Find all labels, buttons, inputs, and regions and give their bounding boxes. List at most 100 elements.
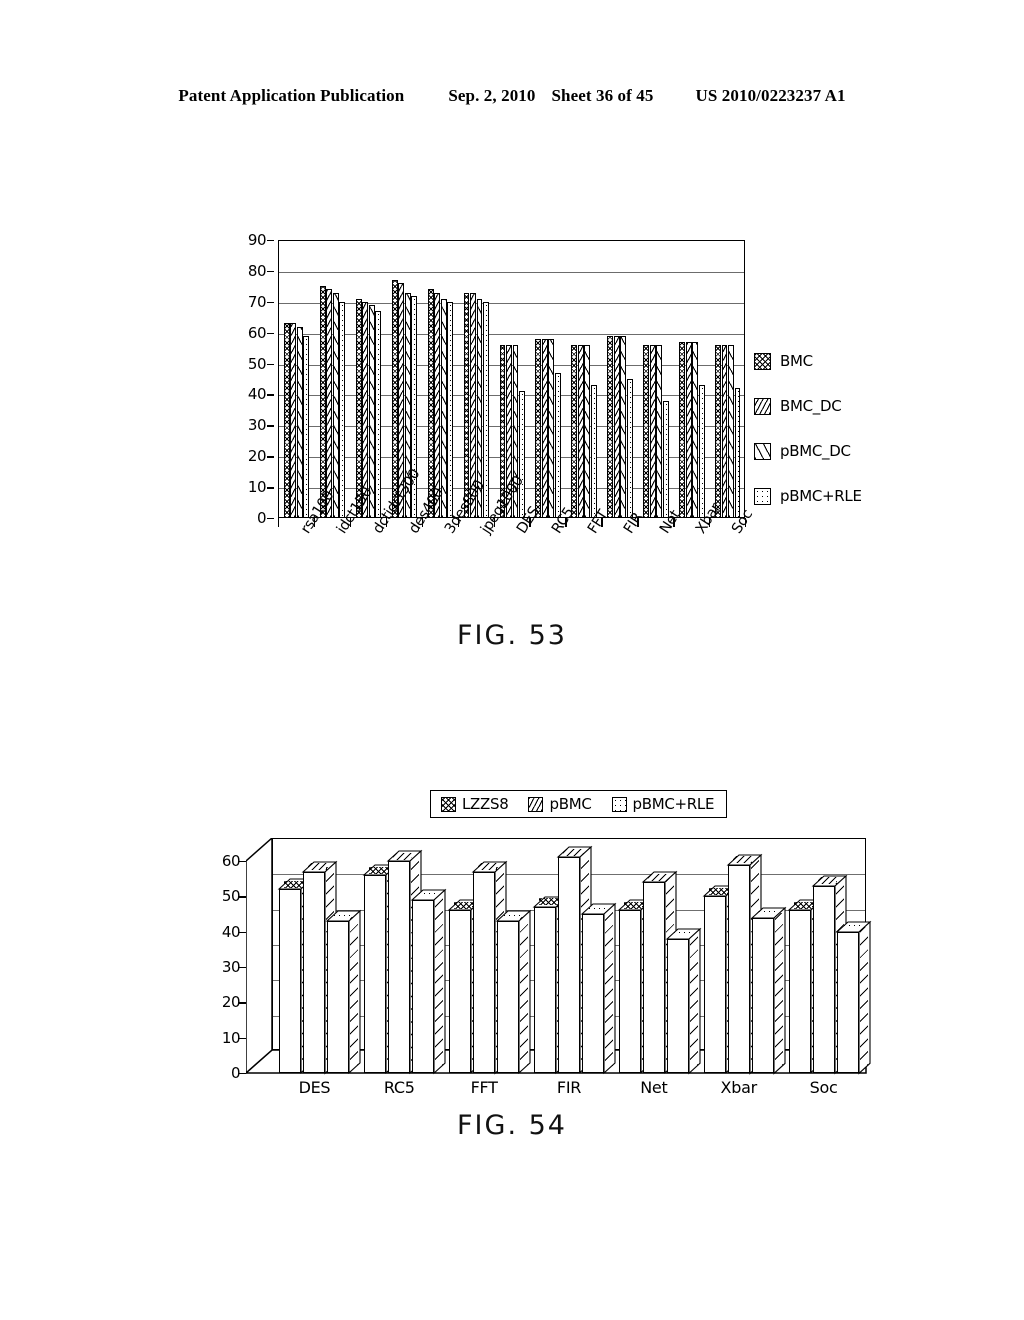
chart-54-bar — [835, 920, 871, 1075]
chart-53-legend-item: pBMC+RLE — [754, 487, 904, 505]
chart-53-bar — [584, 345, 591, 518]
chart-53-y-tick-label: 10 — [247, 478, 267, 497]
chart-54-bar-front — [473, 871, 496, 1073]
chart-54-bar-front — [558, 857, 580, 1073]
chart-53-bar — [283, 323, 290, 518]
chart-54-bar-front — [812, 885, 835, 1073]
chart-54-bar-front — [303, 871, 326, 1073]
chart-53-legend: BMC BMC_DC pBMC_DC pBMC+RLE — [754, 352, 904, 532]
chart-53-bar — [290, 323, 297, 518]
chart-53-bar — [296, 326, 303, 518]
chart-54-bar-front — [364, 875, 387, 1073]
header-patent-number: US 2010/0223237 A1 — [695, 86, 846, 105]
chart-53-bar — [375, 311, 382, 518]
chart-54-bar-side — [689, 934, 698, 1066]
chart-54: 0 10 20 30 40 50 60 DES RC5 FFT FIR Net Xbar Soc — [200, 836, 880, 1138]
chart-53-y-tick-label: 50 — [247, 354, 267, 373]
chart-53-y-tick-label: 90 — [247, 231, 267, 249]
chart-53-y-tick-label: 60 — [247, 323, 267, 342]
chart-53-bar-group — [679, 240, 705, 518]
chart-54-legend-label: LZZS8 — [462, 795, 509, 813]
chart-53-bar — [649, 345, 656, 518]
chart-54-bar-top — [623, 901, 643, 909]
figure-53: 0 10 20 30 40 50 60 70 80 90 rsa100 idct150 dctidct… — [0, 231, 1024, 672]
chart-53-bar-group — [355, 240, 382, 518]
chart-53-y-tick-label: 70 — [247, 292, 267, 311]
chart-53-bar — [440, 298, 447, 518]
legend-swatch-icon — [754, 397, 771, 415]
legend-swatch-icon — [611, 796, 627, 812]
chart-53-x-axis: rsa100 idct150 dctidct300 des400 3des800 jpeg… — [278, 466, 756, 618]
chart-53-bar — [548, 338, 555, 518]
chart-53-bar — [626, 379, 633, 518]
chart-54-bar-top — [393, 852, 413, 860]
chart-54-x-label: FFT — [470, 1078, 498, 1097]
chart-53-y-tick — [267, 394, 274, 396]
chart-54-legend-label: pBMC — [549, 795, 592, 813]
chart-53-bar-group — [607, 240, 633, 518]
chart-53-bar-group — [535, 240, 561, 518]
chart-54-bar-front — [534, 906, 556, 1073]
chart-53-bar-group — [283, 240, 310, 518]
legend-swatch-icon — [528, 796, 544, 812]
chart-53-bar — [391, 280, 398, 518]
chart-54-bar-front — [836, 931, 859, 1073]
chart-53-bar — [643, 345, 650, 518]
chart-53-bar — [590, 385, 597, 518]
legend-swatch-icon — [754, 487, 771, 505]
chart-54-bar-side — [605, 909, 613, 1066]
chart-53-bar — [303, 335, 310, 518]
chart-54-x-label: Xbar — [720, 1078, 758, 1097]
chart-54-bar — [325, 909, 362, 1075]
chart-54-bar-top — [369, 866, 389, 874]
chart-53-bar — [368, 304, 375, 518]
chart-54-bar-side — [859, 927, 868, 1066]
chart-54-bar-front — [327, 921, 350, 1073]
chart-54-bar-side — [520, 916, 529, 1066]
header-sheet: Sheet 36 of 45 — [551, 86, 654, 105]
chart-54-legend-item: pBMC+RLE — [611, 795, 715, 813]
figure-54: LZZS8 pBMC pBMC+RLE 0 10 20 30 40 50 60 DES RC5 FF… — [0, 790, 1024, 1190]
chart-53-y-tick — [267, 518, 274, 520]
chart-54-x-label: RC5 — [383, 1078, 415, 1097]
chart-54-bar-top — [647, 873, 667, 881]
chart-54-bar-front — [582, 914, 604, 1073]
chart-54-bar-front — [788, 910, 811, 1073]
chart-54-bar-top — [478, 863, 498, 871]
chart-53-bar — [662, 400, 669, 518]
chart-53-y-tick-label: 30 — [247, 416, 267, 435]
chart-53-bar — [339, 301, 346, 518]
chart-53-bar-group — [427, 240, 454, 518]
chart-53-bar — [698, 385, 705, 518]
chart-54-legend-label: pBMC+RLE — [632, 795, 715, 813]
chart-53-y-tick-label: 40 — [247, 385, 267, 404]
chart-54-bar-front — [727, 864, 750, 1073]
chart-53-y-tick — [267, 240, 274, 242]
chart-53-y-tick-label: 0 — [256, 509, 267, 527]
chart-53: 0 10 20 30 40 50 60 70 80 90 rsa100 idct150 dctidct… — [224, 231, 862, 537]
chart-54-bar-front — [618, 910, 641, 1073]
chart-53-bar — [656, 345, 663, 518]
chart-54-bar-top — [793, 901, 813, 909]
chart-53-bar — [692, 341, 698, 518]
chart-54-bar-top — [332, 912, 352, 920]
chart-53-bar — [721, 345, 728, 518]
chart-54-bar-side — [435, 895, 444, 1066]
chart-53-bar — [607, 335, 614, 518]
chart-54-bar-front — [666, 938, 689, 1073]
chart-54-bar-top — [817, 877, 837, 885]
chart-53-bar — [535, 338, 542, 518]
chart-54-bar — [580, 902, 617, 1075]
chart-54-bar — [665, 927, 702, 1075]
patent-header: Patent Application Publication Sep. 2, 2… — [0, 86, 1024, 106]
chart-54-x-label: FIR — [556, 1078, 582, 1097]
chart-54-bar-front — [388, 861, 411, 1073]
chart-53-bar-group — [463, 240, 490, 518]
chart-54-x-axis: DES RC5 FFT FIR Net Xbar Soc — [246, 1078, 866, 1108]
chart-54-bar-front — [703, 896, 726, 1073]
chart-53-y-tick — [267, 363, 274, 365]
chart-54-bar-top — [708, 887, 728, 895]
chart-53-legend-label: pBMC+RLE — [780, 487, 862, 505]
legend-swatch-icon — [754, 352, 771, 370]
chart-54-bar — [495, 909, 532, 1075]
